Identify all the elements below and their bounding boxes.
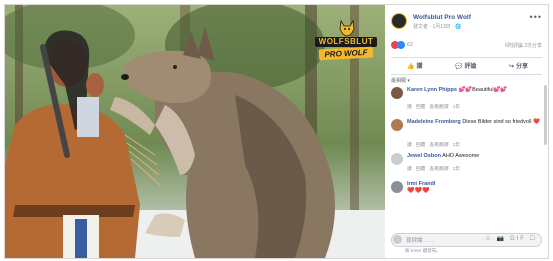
screenshot-frame: WOLFSBLUT PRO WOLF Wolfsblut Pro Wolf 發文… <box>4 4 549 259</box>
avatar[interactable] <box>391 181 403 193</box>
logo-wordmark-top: WOLFSBLUT <box>315 37 377 47</box>
comment-icon: 💬 <box>455 64 463 70</box>
post-photo[interactable]: WOLFSBLUT PRO WOLF <box>5 5 385 258</box>
comments-scrollbar[interactable] <box>544 85 547 145</box>
wolfsblut-logo: WOLFSBLUT PRO WOLF <box>313 19 379 61</box>
comment-body: Karen Lynn Phipps 💕💕Beautiful💕💕 <box>407 87 542 94</box>
enter-hint: 按 Enter 鍵發布。 <box>405 248 441 253</box>
wolf-head-logo-icon <box>339 19 355 37</box>
post-actions: 👍 讚 💬 評論 ↪ 分享 <box>391 57 542 75</box>
comment-translate-link[interactable]: 查看翻譯 <box>429 105 448 110</box>
commenter-name[interactable]: Jewel Osbon <box>407 153 441 159</box>
comment-actions: 讚回覆 查看翻譯 1年 <box>407 165 464 172</box>
avatar[interactable] <box>391 87 403 99</box>
comment-label: 評論 <box>464 64 477 70</box>
post-header: Wolfsblut Pro Wolf 發文者 · 1月13日 · 🌐 ••• <box>391 11 542 33</box>
post-side-panel: Wolfsblut Pro Wolf 發文者 · 1月13日 · 🌐 ••• 6… <box>385 5 548 258</box>
comment-text: 💕💕Beautiful💕💕 <box>456 87 508 93</box>
page-name-link[interactable]: Wolfsblut Pro Wolf <box>413 14 471 21</box>
like-button[interactable]: 👍 讚 <box>407 61 423 70</box>
more-options-button[interactable]: ••• <box>530 12 542 22</box>
comment-time[interactable]: 1年 <box>453 167 460 172</box>
comment-text: Diese Bilder sind so friedvoll ❤️ <box>460 119 540 125</box>
comment-reply-link[interactable]: 回覆 <box>416 167 426 172</box>
share-icon: ↪ <box>509 64 515 70</box>
like-label: 讚 <box>416 64 423 70</box>
comment-like-link[interactable]: 讚 <box>407 105 412 110</box>
logo-wordmark-bottom: PRO WOLF <box>318 46 374 61</box>
share-label: 分享 <box>516 64 529 70</box>
comment-body: Irmi Frandl ❤️❤️❤️ <box>407 181 542 195</box>
avatar <box>393 235 402 244</box>
like-reaction-icon <box>397 41 405 49</box>
comment-translate-link[interactable]: 查看翻譯 <box>429 167 448 172</box>
comment-share-stats[interactable]: 6則評論 2次分享 <box>505 42 542 49</box>
commenter-name[interactable]: Karen Lynn Phipps <box>407 87 457 93</box>
comment-actions: 讚回覆 查看翻譯 1年 <box>407 141 464 148</box>
page-avatar[interactable] <box>391 13 407 29</box>
reaction-count: 62 <box>407 42 414 48</box>
comment-reply-link[interactable]: 回覆 <box>416 105 426 110</box>
thumbs-up-icon: 👍 <box>407 64 415 70</box>
composer-tools[interactable]: ☺ 📷 GIF ☐ <box>485 235 537 242</box>
comment-text: AHO Awesome <box>440 153 480 159</box>
comment-input[interactable]: 寫評論…… <box>406 236 434 244</box>
commenter-name[interactable]: Irmi Frandl <box>407 181 435 187</box>
comment-actions: 讚回覆 查看翻譯 1年 <box>407 103 464 110</box>
commenter-name[interactable]: Madeleine Fromberg <box>407 119 461 125</box>
comment-like-link[interactable]: 讚 <box>407 167 412 172</box>
comment-sort-dropdown[interactable]: 最相關 ▾ <box>391 77 410 84</box>
comment-like-link[interactable]: 讚 <box>407 143 412 148</box>
share-button[interactable]: ↪ 分享 <box>509 61 528 70</box>
comment-text: ❤️❤️❤️ <box>407 188 430 194</box>
comment-body: Madeleine Fromberg Diese Bilder sind so … <box>407 119 542 126</box>
reactions-bar[interactable]: 62 6則評論 2次分享 <box>391 41 542 51</box>
comment-body: Jewel Osbon AHO Awesome <box>407 153 542 160</box>
comment-composer[interactable]: 寫評論…… ☺ 📷 GIF ☐ <box>391 233 542 247</box>
avatar[interactable] <box>391 153 403 165</box>
avatar[interactable] <box>391 119 403 131</box>
comment-time[interactable]: 1年 <box>453 105 460 110</box>
comment-button[interactable]: 💬 評論 <box>455 61 477 70</box>
comment-time[interactable]: 1年 <box>453 143 460 148</box>
comment-translate-link[interactable]: 查看翻譯 <box>429 143 448 148</box>
post-meta: 發文者 · 1月13日 · 🌐 <box>413 24 462 30</box>
comment-reply-link[interactable]: 回覆 <box>416 143 426 148</box>
